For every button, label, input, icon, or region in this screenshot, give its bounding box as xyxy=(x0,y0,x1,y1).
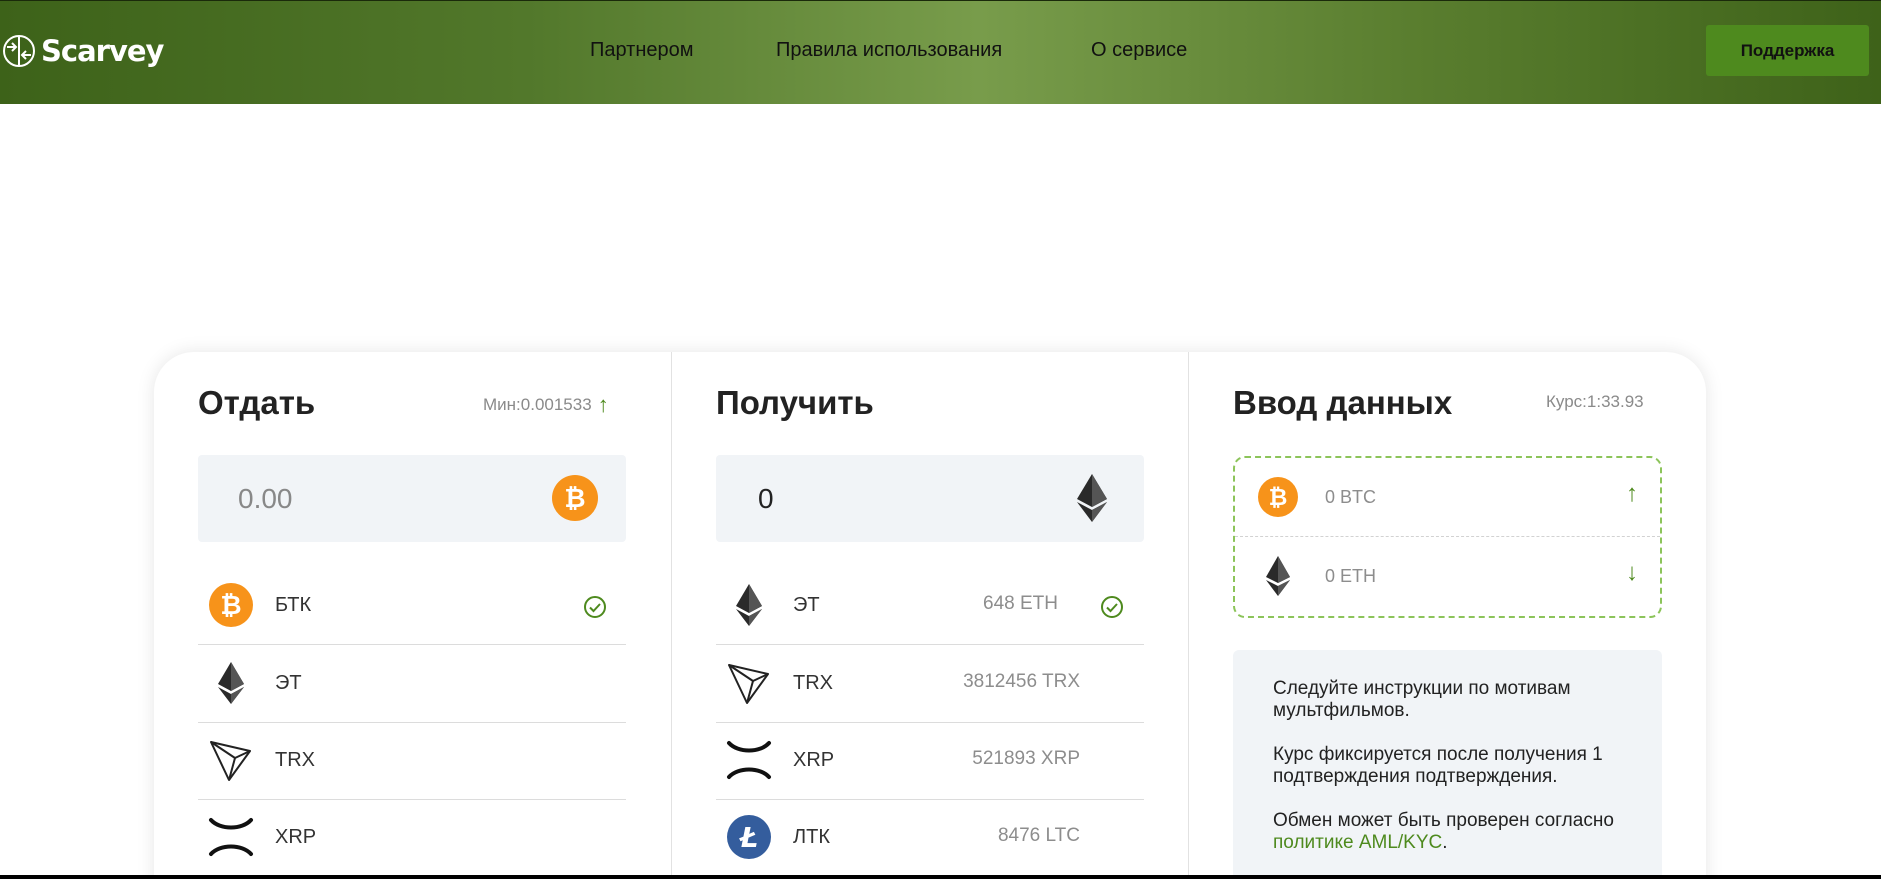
logo[interactable]: Scarvey xyxy=(2,31,164,71)
summary-send-row: ₿ 0 BTC ↑ xyxy=(1235,458,1660,537)
give-coin-xrp[interactable]: XRP xyxy=(198,800,626,875)
litecoin-icon: Ł xyxy=(727,815,771,859)
coin-name: XRP xyxy=(793,749,835,771)
get-amount-value[interactable]: 0 xyxy=(758,483,774,515)
summary-receive-amount: 0 ETH xyxy=(1325,566,1377,586)
info-rate-fixed: Курс фиксируется после получения 1 подтв… xyxy=(1273,744,1603,787)
give-coin-trx[interactable]: TRX xyxy=(198,723,626,800)
get-title: Получить xyxy=(716,384,874,421)
tron-icon xyxy=(210,741,251,781)
give-min: Мин:0.001533 ↑ xyxy=(483,392,609,418)
info-aml-text: Обмен может быть проверен согласно xyxy=(1273,810,1614,831)
coin-reserve: 8476 LTC xyxy=(997,825,1080,846)
ethereum-icon xyxy=(736,584,762,626)
coin-name: ЭТ xyxy=(793,594,820,616)
arrow-down-icon: ↓ xyxy=(1626,559,1638,586)
coin-reserve: 521893 XRP xyxy=(972,748,1080,769)
tron-icon xyxy=(728,664,769,704)
svg-text:Ł: Ł xyxy=(739,821,758,854)
info-panel: Следуйте инструкции по мотивам мультфиль… xyxy=(1233,650,1662,875)
coin-name: ЭТ xyxy=(275,672,302,694)
svg-text:₿: ₿ xyxy=(564,484,585,514)
svg-text:₿: ₿ xyxy=(220,591,241,621)
info-instructions: Следуйте инструкции по мотивам мультфиль… xyxy=(1273,678,1571,721)
xrp-icon xyxy=(727,741,771,779)
column-divider xyxy=(1188,352,1189,875)
info-aml-suffix: . xyxy=(1442,832,1448,853)
get-amount-field[interactable]: 0 xyxy=(716,455,1144,542)
ethereum-icon xyxy=(1077,474,1107,522)
column-divider xyxy=(671,352,672,875)
bitcoin-icon: ₿ xyxy=(552,475,598,521)
info-aml: Обмен может быть проверен согласно полит… xyxy=(1273,810,1622,854)
exchange-rate: Курс:1:33.93 xyxy=(1546,392,1644,411)
exchange-logo-icon xyxy=(3,35,35,67)
give-amount-field[interactable]: 0.00 ₿ xyxy=(198,455,626,542)
summary-receive-row: 0 ETH ↓ xyxy=(1235,537,1660,616)
bitcoin-icon: ₿ xyxy=(1258,477,1298,517)
exchange-summary: ₿ 0 BTC ↑ 0 ETH ↓ xyxy=(1233,456,1662,618)
data-entry-title: Ввод данных xyxy=(1233,384,1453,421)
give-amount-value[interactable]: 0.00 xyxy=(238,483,293,515)
coin-name: ЛТК xyxy=(793,826,830,848)
check-circle-icon xyxy=(584,596,606,618)
coin-name: БТК xyxy=(275,594,312,616)
arrow-up-icon: ↑ xyxy=(597,392,609,417)
give-min-label: Мин:0.001533 xyxy=(483,395,592,414)
give-title: Отдать xyxy=(198,384,316,421)
bitcoin-icon: ₿ xyxy=(209,583,253,627)
get-coin-eth[interactable]: ЭТ 648 ETH xyxy=(716,568,1144,645)
aml-kyc-link[interactable]: политике AML/KYC xyxy=(1273,832,1442,853)
coin-name: TRX xyxy=(275,749,315,771)
xrp-icon xyxy=(209,818,253,856)
nav-terms[interactable]: Правила использования xyxy=(776,39,1002,62)
ethereum-icon xyxy=(1266,556,1290,596)
ethereum-icon xyxy=(218,662,244,704)
coin-name: XRP xyxy=(275,826,317,848)
give-coin-btc[interactable]: ₿ БТК xyxy=(198,568,626,645)
get-coin-trx[interactable]: TRX 3812456 TRX xyxy=(716,646,1144,723)
check-circle-icon xyxy=(1101,596,1123,618)
nav-about[interactable]: О сервисе xyxy=(1091,39,1187,62)
summary-send-amount: 0 BTC xyxy=(1325,487,1377,507)
arrow-up-icon: ↑ xyxy=(1626,480,1638,507)
get-coin-ltc[interactable]: Ł ЛТК 8476 LTC xyxy=(716,800,1144,875)
give-coin-eth[interactable]: ЭТ xyxy=(198,646,626,723)
nav-partner[interactable]: Партнером xyxy=(590,39,694,62)
support-button[interactable]: Поддержка xyxy=(1706,25,1869,76)
coin-reserve: 3812456 TRX xyxy=(963,671,1080,692)
svg-text:₿: ₿ xyxy=(1269,485,1288,511)
coin-name: TRX xyxy=(793,672,833,694)
site-header: Scarvey Партнером Правила использования … xyxy=(0,0,1881,104)
coin-reserve: 648 ETH xyxy=(983,593,1058,614)
logo-text: Scarvey xyxy=(41,34,164,68)
get-coin-xrp[interactable]: XRP 521893 XRP xyxy=(716,723,1144,800)
